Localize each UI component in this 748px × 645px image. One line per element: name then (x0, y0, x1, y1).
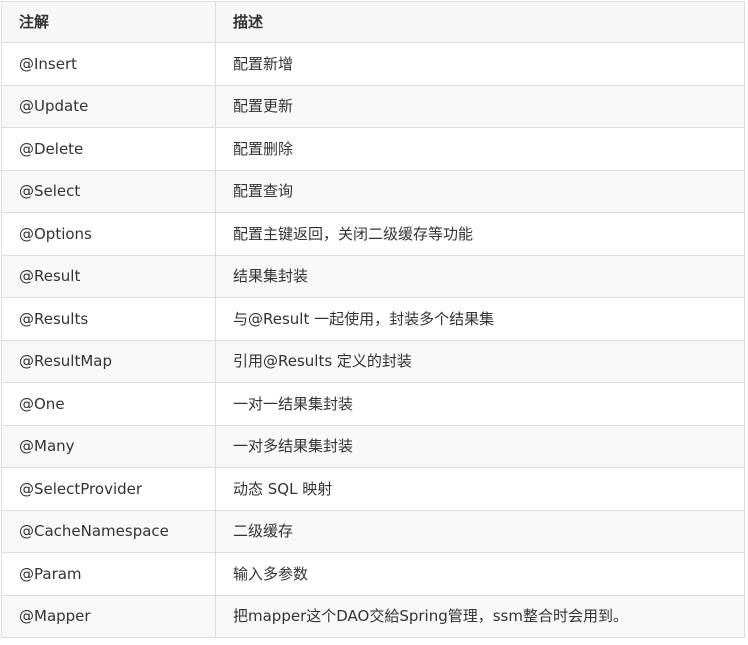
table-body: @Insert 配置新增 @Update 配置更新 @Delete 配置删除 @… (1, 42, 745, 638)
description-cell: 配置更新 (215, 84, 745, 128)
annotation-table-container: 注解 描述 @Insert 配置新增 @Update 配置更新 @Delete … (1, 1, 745, 638)
description-cell: 一对一结果集封装 (215, 382, 745, 426)
annotation-cell: @Mapper (1, 594, 216, 638)
table-row: @CacheNamespace 二级缓存 (1, 509, 745, 553)
table-row: @SelectProvider 动态 SQL 映射 (1, 467, 745, 511)
table-row: @Options 配置主键返回，关闭二级缓存等功能 (1, 212, 745, 256)
annotation-cell: @Options (1, 212, 216, 256)
annotation-cell: @ResultMap (1, 339, 216, 383)
description-cell: 引用@Results 定义的封装 (215, 339, 745, 383)
table-row: @Update 配置更新 (1, 84, 745, 128)
table-row: @ResultMap 引用@Results 定义的封装 (1, 339, 745, 383)
header-description: 描述 (215, 1, 745, 43)
description-cell: 输入多参数 (215, 552, 745, 596)
annotation-cell: @Many (1, 424, 216, 468)
description-cell: 把mapper这个DAO交給Spring管理，ssm整合时会用到。 (215, 594, 745, 638)
table-row: @Many 一对多结果集封装 (1, 424, 745, 468)
table-row: @Select 配置查询 (1, 169, 745, 213)
annotation-cell: @One (1, 382, 216, 426)
description-cell: 与@Result 一起使用，封装多个结果集 (215, 297, 745, 341)
annotation-cell: @Param (1, 552, 216, 596)
table-row: @Insert 配置新增 (1, 42, 745, 86)
table-row: @Param 输入多参数 (1, 552, 745, 596)
description-cell: 结果集封装 (215, 254, 745, 298)
annotation-cell: @Select (1, 169, 216, 213)
annotation-cell: @SelectProvider (1, 467, 216, 511)
description-cell: 配置新增 (215, 42, 745, 86)
description-cell: 配置查询 (215, 169, 745, 213)
description-cell: 动态 SQL 映射 (215, 467, 745, 511)
table-row: @Mapper 把mapper这个DAO交給Spring管理，ssm整合时会用到… (1, 594, 745, 638)
description-cell: 二级缓存 (215, 509, 745, 553)
description-cell: 配置主键返回，关闭二级缓存等功能 (215, 212, 745, 256)
annotation-cell: @Delete (1, 127, 216, 171)
description-cell: 一对多结果集封装 (215, 424, 745, 468)
annotation-cell: @Insert (1, 42, 216, 86)
table-row: @Result 结果集封装 (1, 254, 745, 298)
annotation-cell: @Result (1, 254, 216, 298)
header-annotation: 注解 (1, 1, 216, 43)
description-cell: 配置删除 (215, 127, 745, 171)
table-header-row: 注解 描述 (1, 1, 745, 43)
annotation-cell: @Update (1, 84, 216, 128)
table-row: @One 一对一结果集封装 (1, 382, 745, 426)
annotation-cell: @CacheNamespace (1, 509, 216, 553)
annotation-table: 注解 描述 @Insert 配置新增 @Update 配置更新 @Delete … (1, 1, 745, 638)
table-row: @Delete 配置删除 (1, 127, 745, 171)
table-row: @Results 与@Result 一起使用，封装多个结果集 (1, 297, 745, 341)
annotation-cell: @Results (1, 297, 216, 341)
